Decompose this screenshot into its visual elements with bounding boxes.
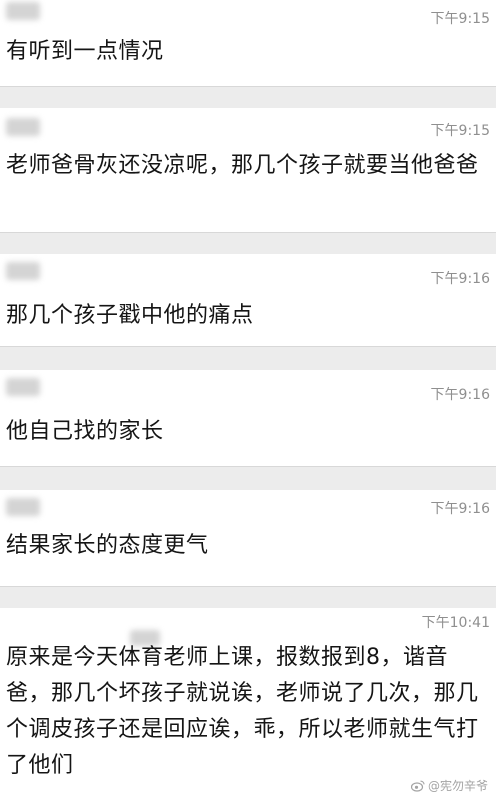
- sender-name-redacted: [6, 2, 40, 20]
- message-time: 下午9:15: [430, 123, 490, 139]
- message-time: 下午9:16: [430, 387, 490, 403]
- chat-message: 下午9:16 结果家长的态度更气: [0, 490, 496, 587]
- sender-name-redacted: [6, 498, 40, 516]
- watermark-text: @宪勿辛爷: [427, 779, 488, 793]
- sender-name-redacted: [6, 262, 40, 280]
- chat-message: 下午9:16 他自己找的家长: [0, 370, 496, 467]
- sender-name-redacted: [6, 118, 40, 136]
- weibo-icon: [410, 780, 425, 792]
- message-time: 下午9:15: [430, 11, 490, 27]
- watermark: @宪勿辛爷: [410, 777, 488, 794]
- chat-message: 下午10:41 原来是今天体育老师上课，报数报到8，谐音爸，那几个坏孩子就说诶，…: [0, 608, 496, 800]
- message-text: 结果家长的态度更气: [6, 533, 209, 558]
- sender-name-redacted: [6, 378, 40, 396]
- message-time: 下午9:16: [430, 271, 490, 287]
- chat-message: 下午9:16 那几个孩子戳中他的痛点: [0, 254, 496, 347]
- message-time: 下午9:16: [430, 501, 490, 517]
- message-text: 原来是今天体育老师上课，报数报到8，谐音爸，那几个坏孩子就说诶，老师说了几次，那…: [6, 645, 479, 778]
- message-text: 那几个孩子戳中他的痛点: [6, 303, 254, 328]
- message-text: 老师爸骨灰还没凉呢，那几个孩子就要当他爸爸: [6, 153, 479, 178]
- chat-message: 下午9:15 有听到一点情况: [0, 0, 496, 87]
- message-text: 有听到一点情况: [6, 39, 164, 64]
- message-text: 他自己找的家长: [6, 419, 164, 444]
- chat-message: 下午9:15 老师爸骨灰还没凉呢，那几个孩子就要当他爸爸: [0, 108, 496, 233]
- message-time: 下午10:41: [421, 615, 490, 631]
